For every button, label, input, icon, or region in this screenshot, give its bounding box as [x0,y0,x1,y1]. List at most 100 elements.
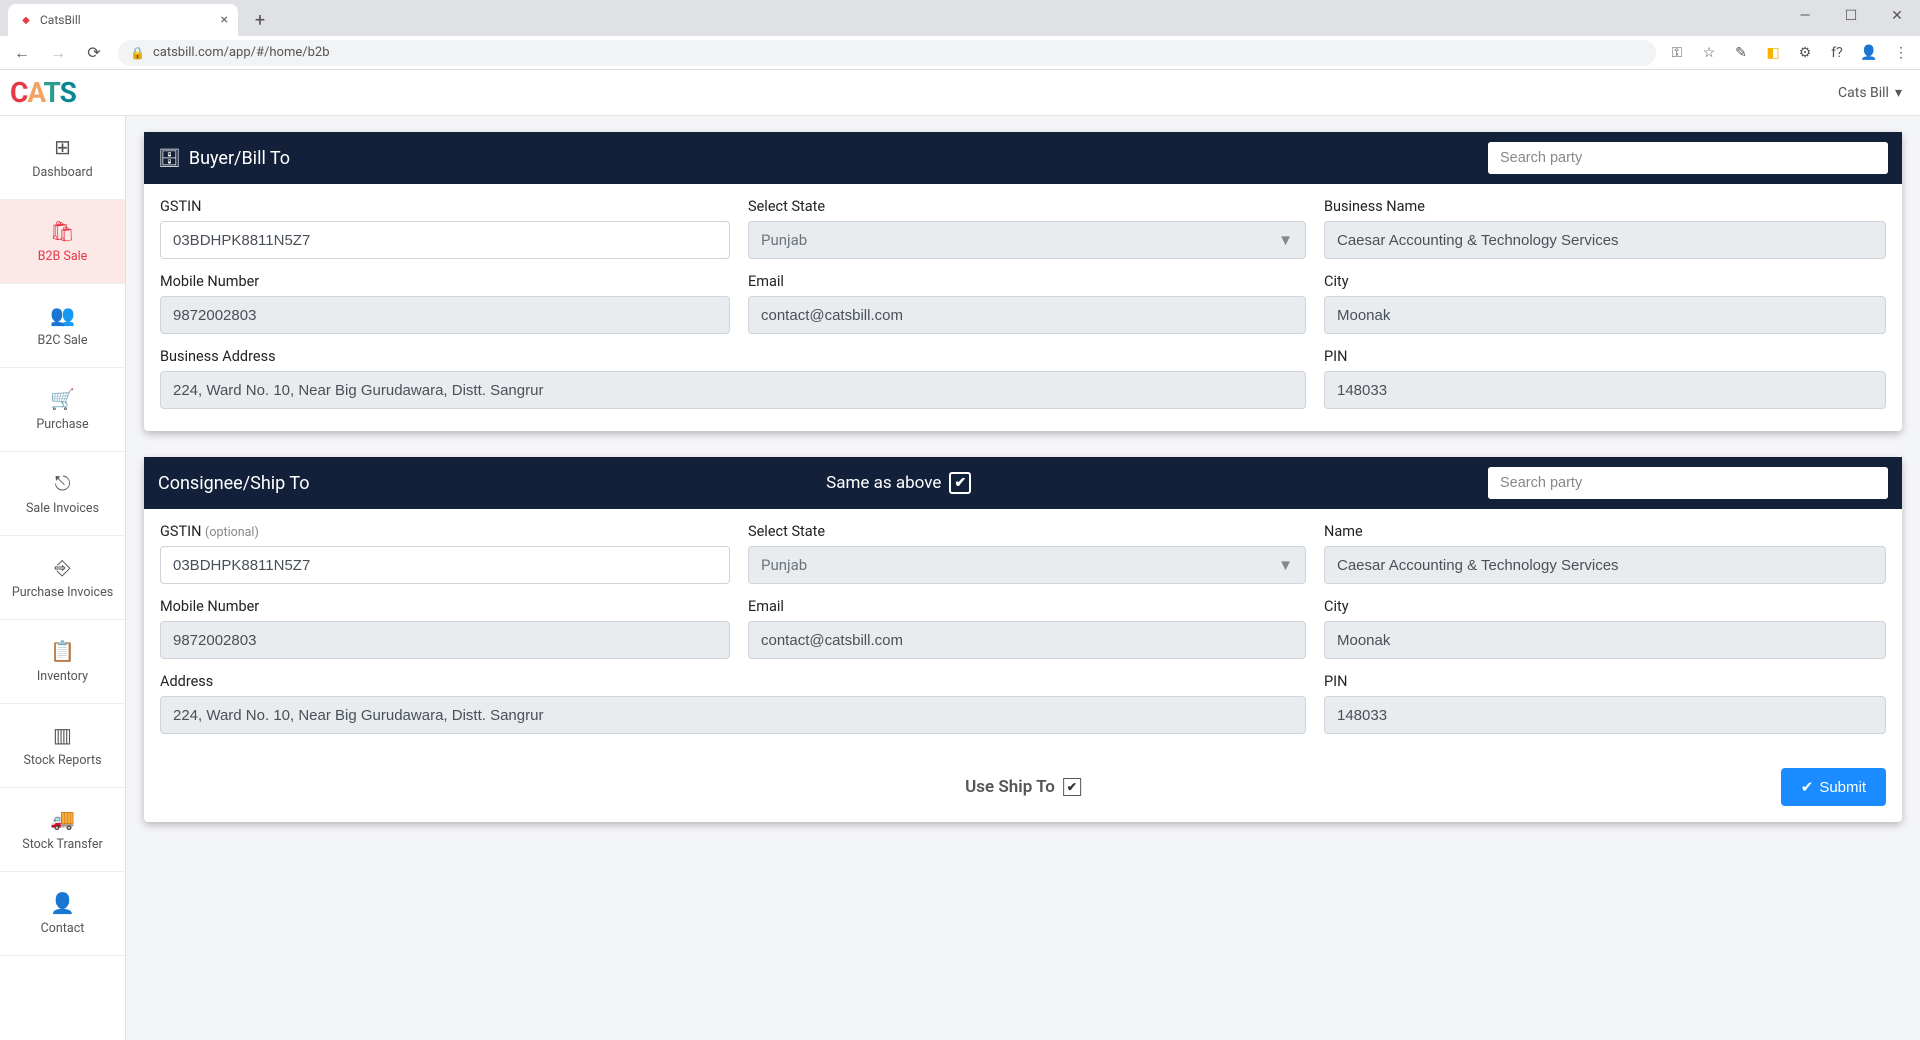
sidebar-item-label: Contact [41,921,85,936]
consignee-mobile-input[interactable] [160,621,730,659]
consignee-city-input[interactable] [1324,621,1886,659]
profile-icon[interactable]: 👤 [1860,45,1878,61]
star-icon[interactable]: ☆ [1700,45,1718,61]
ext3-icon[interactable]: ⚙ [1796,45,1814,61]
new-tab-button[interactable]: + [246,6,274,34]
consignee-address-input[interactable] [160,696,1306,734]
sidebar-item-label: B2B Sale [38,249,88,264]
close-icon[interactable]: × [221,12,228,28]
import-icon: ⎆ [55,555,71,579]
consignee-search-wrap [1488,467,1888,499]
sidebar-item-sale-invoices[interactable]: ⎋ Sale Invoices [0,452,125,536]
use-ship-checkbox[interactable] [1063,778,1081,796]
ext4-icon[interactable]: f? [1828,45,1846,61]
content-area: 🗄 Buyer/Bill To GSTIN Select State [126,116,1920,1040]
consignee-email-input[interactable] [748,621,1306,659]
grid-icon: ⊞ [54,135,71,159]
consignee-state-select[interactable]: Punjab ▼ [748,546,1306,584]
sidebar-item-label: Stock Reports [23,753,101,768]
consignee-gstin-input[interactable] [160,546,730,584]
select-value: Punjab [761,556,807,574]
buyer-search-input[interactable] [1488,142,1888,174]
use-ship-label: Use Ship To [965,777,1055,797]
tab-title: CatsBill [40,13,215,27]
same-as-above-checkbox[interactable] [949,472,971,494]
maximize-button[interactable]: ☐ [1828,0,1874,32]
sidebar-item-stock-transfer[interactable]: 🚚 Stock Transfer [0,788,125,872]
sidebar: ⊞ Dashboard 🛍 B2B Sale 👥 B2C Sale 🛒 Purc… [0,116,126,1040]
url-field[interactable]: 🔒 catsbill.com/app/#/home/b2b [118,40,1656,66]
buyer-mobile-input[interactable] [160,296,730,334]
sidebar-item-inventory[interactable]: 📋 Inventory [0,620,125,704]
buyer-address-input[interactable] [160,371,1306,409]
sidebar-item-label: Sale Invoices [26,501,99,516]
people-icon: 👥 [50,303,75,327]
close-window-button[interactable]: ✕ [1874,0,1920,32]
consignee-header-title: Consignee/Ship To [158,473,310,494]
reload-button[interactable]: ⟳ [82,43,106,62]
url-text: catsbill.com/app/#/home/b2b [153,45,330,60]
label-state: Select State [748,523,1306,540]
export-icon: ⎋ [55,471,71,495]
consignee-card-header: Consignee/Ship To Same as above [144,457,1902,509]
sidebar-item-label: Purchase Invoices [12,585,113,600]
label-pin: PIN [1324,348,1886,365]
label-name: Name [1324,523,1886,540]
forward-button[interactable]: → [46,43,70,63]
buyer-pin-input[interactable] [1324,371,1886,409]
sidebar-item-purchase[interactable]: 🛒 Purchase [0,368,125,452]
ext1-icon[interactable]: ✎ [1732,45,1750,61]
submit-label: Submit [1819,779,1866,796]
app-logo[interactable]: CATS [10,76,76,109]
back-button[interactable]: ← [10,43,34,63]
buyer-state-select[interactable]: Punjab ▼ [748,221,1306,259]
truck-icon: 🚚 [50,807,75,831]
briefcase-icon: 🗄 [158,148,181,169]
select-value: Punjab [761,231,807,249]
key-icon[interactable]: ⚿ [1668,45,1686,61]
buyer-email-input[interactable] [748,296,1306,334]
consignee-name-input[interactable] [1324,546,1886,584]
sidebar-item-b2c-sale[interactable]: 👥 B2C Sale [0,284,125,368]
buyer-business-name-input[interactable] [1324,221,1886,259]
same-as-above-label: Same as above [826,473,941,493]
window-controls: — ☐ ✕ [1782,0,1920,32]
app-header: CATS Cats Bill ▾ [0,70,1920,116]
label-mobile: Mobile Number [160,598,730,615]
lock-icon: 🔒 [130,46,145,60]
buyer-header-title: Buyer/Bill To [189,148,290,169]
sidebar-item-label: Purchase [36,417,88,432]
minimize-button[interactable]: — [1782,0,1828,32]
browser-tab[interactable]: ◆ CatsBill × [8,4,238,36]
ext2-icon[interactable]: ◧ [1764,45,1782,61]
buyer-search-wrap [1488,142,1888,174]
buyer-card-body: GSTIN Select State Punjab ▼ Business Nam… [144,184,1902,431]
sidebar-item-purchase-invoices[interactable]: ⎆ Purchase Invoices [0,536,125,620]
sidebar-item-b2b-sale[interactable]: 🛍 B2B Sale [0,200,125,284]
consignee-pin-input[interactable] [1324,696,1886,734]
label-city: City [1324,598,1886,615]
favicon-icon: ◆ [18,12,34,28]
sidebar-item-contact[interactable]: 👤 Contact [0,872,125,956]
buyer-city-input[interactable] [1324,296,1886,334]
sidebar-item-stock-reports[interactable]: ▥ Stock Reports [0,704,125,788]
buyer-gstin-input[interactable] [160,221,730,259]
sidebar-item-label: Inventory [37,669,88,684]
label-address: Business Address [160,348,1306,365]
label-address: Address [160,673,1306,690]
submit-button[interactable]: ✔ Submit [1781,768,1886,806]
label-pin: PIN [1324,673,1886,690]
address-bar: ← → ⟳ 🔒 catsbill.com/app/#/home/b2b ⚿ ☆ … [0,36,1920,70]
label-mobile: Mobile Number [160,273,730,290]
clipboard-icon: 📋 [50,639,75,663]
label-email: Email [748,598,1306,615]
use-ship-to-toggle: Use Ship To [965,777,1081,797]
user-menu[interactable]: Cats Bill ▾ [1838,85,1902,101]
chevron-down-icon: ▼ [1278,556,1293,574]
chevron-down-icon: ▼ [1278,231,1293,249]
label-business-name: Business Name [1324,198,1886,215]
menu-icon[interactable]: ⋮ [1892,45,1910,61]
sidebar-item-dashboard[interactable]: ⊞ Dashboard [0,116,125,200]
consignee-search-input[interactable] [1488,467,1888,499]
label-gstin: GSTIN (optional) [160,523,730,540]
